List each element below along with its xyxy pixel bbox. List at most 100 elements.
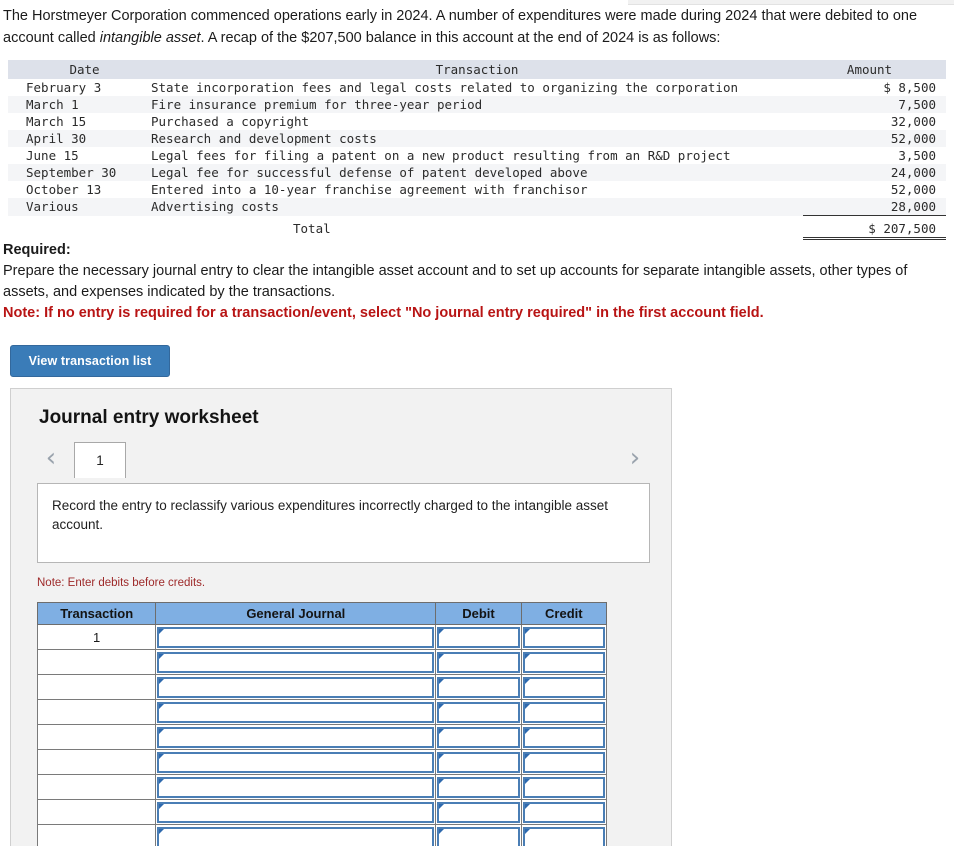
debit-amount-input[interactable] xyxy=(437,751,520,773)
credit-amount-input[interactable] xyxy=(522,826,605,846)
journal-cell-debit[interactable] xyxy=(435,724,522,750)
journal-cell-debit[interactable] xyxy=(435,774,522,800)
journal-cell-general-journal[interactable] xyxy=(155,699,437,725)
recap-header-date: Date xyxy=(8,60,143,79)
worksheet-instruction-text: Record the entry to reclassify various e… xyxy=(52,498,609,532)
journal-cell-credit[interactable] xyxy=(520,774,608,800)
debit-amount-input[interactable] xyxy=(437,651,520,673)
journal-cell-general-journal[interactable] xyxy=(155,624,437,650)
journal-table-row xyxy=(36,749,608,775)
account-select-input[interactable] xyxy=(157,651,435,673)
debit-amount-input[interactable] xyxy=(437,676,520,698)
journal-cell-general-journal[interactable] xyxy=(155,649,437,675)
journal-cell-credit[interactable] xyxy=(520,799,608,825)
debits-before-credits-note: Note: Enter debits before credits. xyxy=(37,577,206,589)
view-transaction-list-button[interactable]: View transaction list xyxy=(10,345,170,377)
recap-cell-transaction: State incorporation fees and legal costs… xyxy=(151,80,738,95)
debit-amount-input[interactable] xyxy=(437,826,520,846)
recap-total-amount: $ 207,500 xyxy=(803,219,946,240)
cell-marker-icon xyxy=(159,703,165,709)
journal-cell-credit[interactable] xyxy=(520,749,608,775)
journal-table-row xyxy=(36,824,608,846)
journal-cell-debit[interactable] xyxy=(435,824,522,846)
account-select-input[interactable] xyxy=(157,701,435,723)
journal-cell-debit[interactable] xyxy=(435,624,522,650)
cell-marker-icon xyxy=(439,778,445,784)
recap-cell-amount: 24,000 xyxy=(890,165,936,180)
journal-cell-general-journal[interactable] xyxy=(155,749,437,775)
account-select-input[interactable] xyxy=(157,776,435,798)
journal-table-row xyxy=(36,774,608,800)
account-select-input[interactable] xyxy=(157,826,435,846)
journal-header-general-journal: General Journal xyxy=(155,602,437,625)
worksheet-title: Journal entry worksheet xyxy=(39,407,259,428)
debit-amount-input[interactable] xyxy=(437,776,520,798)
recap-table-row: September 30 Legal fee for successful def… xyxy=(8,164,946,181)
worksheet-tab-1[interactable]: 1 xyxy=(74,442,126,478)
credit-amount-input[interactable] xyxy=(522,801,605,823)
account-select-input[interactable] xyxy=(157,626,435,648)
next-entry-arrow-icon[interactable]: › xyxy=(623,444,647,474)
journal-cell-general-journal[interactable] xyxy=(155,724,437,750)
recap-table-row: Various Advertising costs 28,000 xyxy=(8,198,946,216)
journal-table-row xyxy=(36,649,608,675)
intro-italic-term: intangible asset xyxy=(99,30,201,46)
recap-cell-date: Various xyxy=(26,199,79,215)
credit-amount-input[interactable] xyxy=(522,651,605,673)
journal-cell-debit[interactable] xyxy=(435,749,522,775)
journal-cell-debit[interactable] xyxy=(435,699,522,725)
journal-cell-debit[interactable] xyxy=(435,649,522,675)
journal-cell-debit[interactable] xyxy=(435,799,522,825)
credit-amount-input[interactable] xyxy=(522,726,605,748)
journal-cell-credit[interactable] xyxy=(520,624,608,650)
recap-header-transaction: Transaction xyxy=(143,60,803,79)
credit-amount-input[interactable] xyxy=(522,776,605,798)
cell-marker-icon xyxy=(524,678,530,684)
journal-table-row xyxy=(36,674,608,700)
journal-cell-general-journal[interactable] xyxy=(155,674,437,700)
recap-cell-date: September 30 xyxy=(26,165,117,180)
account-select-input[interactable] xyxy=(157,726,435,748)
recap-cell-amount: 32,000 xyxy=(890,114,936,129)
cell-marker-icon xyxy=(439,728,445,734)
cell-marker-icon xyxy=(524,653,530,659)
cell-marker-icon xyxy=(439,753,445,759)
journal-cell-transaction: 1 xyxy=(36,624,157,650)
recap-header-row: Date Transaction Amount xyxy=(8,60,946,79)
journal-cell-general-journal[interactable] xyxy=(155,774,437,800)
credit-amount-input[interactable] xyxy=(522,751,605,773)
journal-cell-transaction xyxy=(36,649,157,675)
debit-amount-input[interactable] xyxy=(437,701,520,723)
cell-marker-icon xyxy=(439,628,445,634)
debit-amount-input[interactable] xyxy=(437,726,520,748)
cell-marker-icon xyxy=(159,628,165,634)
credit-amount-input[interactable] xyxy=(522,701,605,723)
cell-marker-icon xyxy=(524,628,530,634)
account-select-input[interactable] xyxy=(157,751,435,773)
account-select-input[interactable] xyxy=(157,676,435,698)
recap-cell-transaction: Fire insurance premium for three-year pe… xyxy=(151,97,483,112)
journal-cell-general-journal[interactable] xyxy=(155,799,437,825)
journal-cell-credit[interactable] xyxy=(520,649,608,675)
account-select-input[interactable] xyxy=(157,801,435,823)
recap-cell-date: March 1 xyxy=(26,97,79,112)
journal-cell-credit[interactable] xyxy=(520,824,608,846)
recap-cell-date: June 15 xyxy=(26,148,79,163)
journal-cell-debit[interactable] xyxy=(435,674,522,700)
debit-amount-input[interactable] xyxy=(437,801,520,823)
journal-cell-general-journal[interactable] xyxy=(155,824,437,846)
credit-amount-input[interactable] xyxy=(522,676,605,698)
cell-marker-icon xyxy=(159,828,165,834)
debit-amount-input[interactable] xyxy=(437,626,520,648)
credit-amount-input[interactable] xyxy=(522,626,605,648)
journal-cell-credit[interactable] xyxy=(520,674,608,700)
journal-cell-transaction xyxy=(36,749,157,775)
cell-marker-icon xyxy=(159,728,165,734)
journal-cell-credit[interactable] xyxy=(520,724,608,750)
prev-entry-arrow-icon[interactable]: ‹ xyxy=(39,444,63,474)
recap-total-blank xyxy=(8,220,143,239)
worksheet-tabs-row: ‹ 1 › xyxy=(11,442,673,478)
journal-cell-credit[interactable] xyxy=(520,699,608,725)
recap-total-row: Total $ 207,500 xyxy=(8,219,946,240)
recap-table-row: March 1 Fire insurance premium for three-… xyxy=(8,96,946,113)
